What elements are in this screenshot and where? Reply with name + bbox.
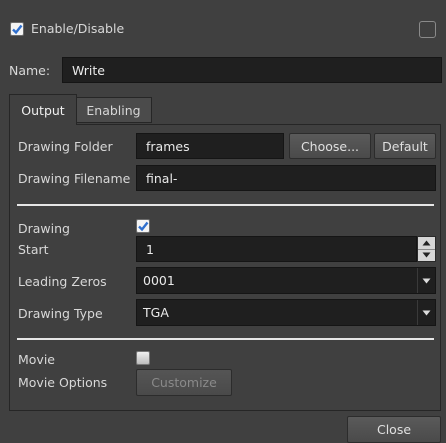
top-right-checkbox[interactable] [419, 21, 436, 38]
drawing-folder-label: Drawing Folder [18, 139, 113, 154]
customize-button[interactable]: Customize [136, 369, 232, 396]
movie-checkbox[interactable] [136, 351, 150, 365]
drawing-checkbox[interactable] [136, 219, 150, 233]
tab-output[interactable]: Output [9, 94, 77, 125]
close-button[interactable]: Close [347, 416, 441, 443]
separator [17, 338, 434, 340]
drawing-filename-field[interactable]: final- [136, 165, 436, 191]
movie-options-label: Movie Options [18, 375, 108, 390]
name-field[interactable]: Write [62, 57, 442, 83]
start-spinner[interactable] [417, 236, 436, 262]
chevron-down-icon [422, 310, 431, 315]
check-icon [12, 24, 23, 35]
start-label: Start [18, 242, 49, 257]
choose-button[interactable]: Choose... [289, 133, 371, 159]
chevron-down-icon [422, 278, 431, 283]
enable-checkbox[interactable] [10, 22, 24, 36]
leading-zeros-label: Leading Zeros [18, 274, 107, 289]
leading-zeros-dropdown[interactable] [417, 268, 435, 293]
enable-label: Enable/Disable [31, 21, 125, 36]
separator [17, 204, 434, 206]
drawing-type-select[interactable]: TGA [136, 299, 436, 326]
start-field[interactable]: 1 [136, 236, 417, 262]
default-button[interactable]: Default [374, 133, 436, 159]
tab-enabling[interactable]: Enabling [75, 97, 152, 123]
drawing-type-dropdown[interactable] [417, 300, 435, 325]
name-label: Name: [9, 63, 51, 78]
drawing-label: Drawing [18, 221, 70, 236]
drawing-type-label: Drawing Type [18, 306, 103, 321]
drawing-folder-field[interactable]: frames [136, 133, 284, 159]
check-icon [138, 221, 149, 232]
movie-label: Movie [18, 352, 55, 367]
arrow-down-icon[interactable] [418, 249, 435, 261]
drawing-filename-label: Drawing Filename [18, 171, 131, 186]
leading-zeros-select[interactable]: 0001 [136, 267, 436, 294]
